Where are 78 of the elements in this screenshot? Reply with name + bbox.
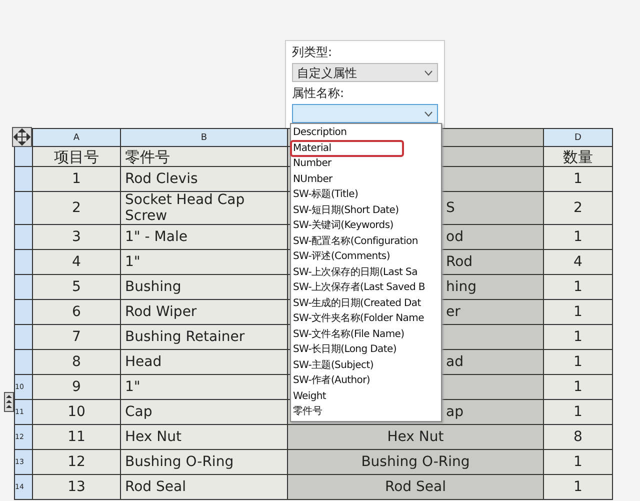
caret-icon	[424, 70, 433, 76]
table-cell: Hex Nut	[120, 424, 288, 450]
table-cell: Bushing O-Ring	[120, 450, 288, 474]
table-cell-text: od	[446, 229, 464, 245]
dropdown-option[interactable]: Material	[291, 140, 403, 156]
column-letter: B	[120, 128, 288, 146]
dropdown-option[interactable]: Number	[291, 156, 441, 172]
table-cell: 5	[32, 274, 120, 300]
property-name-label: 属性名称:	[292, 85, 346, 102]
column-type-label: 列类型:	[292, 44, 334, 61]
table-cell: 1	[544, 374, 612, 400]
table-cell: 4	[544, 250, 612, 274]
table-cell: 6	[32, 300, 120, 324]
table-cell: Head	[120, 350, 288, 374]
dropdown-option[interactable]: SW-上次保存的日期(Last Sa	[291, 264, 441, 280]
table-cell-text: ap	[446, 404, 464, 420]
table-cell: Rod Wiper	[120, 300, 288, 324]
table-cell: 1	[544, 324, 612, 350]
dropdown-option[interactable]: SW-生成的日期(Created Dat	[291, 296, 441, 311]
table-cell: 1	[544, 166, 612, 192]
table-cell: 9	[32, 374, 120, 400]
dropdown-option[interactable]: Weight	[291, 388, 441, 404]
dropdown-option[interactable]: SW-标题(Title)	[291, 187, 441, 202]
table-cell: 8	[32, 350, 120, 374]
table-cell: Cap	[120, 400, 288, 424]
table-cell: 1"	[120, 374, 288, 400]
table-cell: 1" - Male	[120, 224, 288, 250]
collapse-arrows-icon[interactable]	[4, 392, 14, 412]
dropdown-option[interactable]: SW-关键词(Keywords)	[291, 218, 441, 234]
column-header: 数量	[544, 146, 612, 166]
table-cell: 1	[544, 350, 612, 374]
table-cell-text: Rod Seal	[384, 479, 447, 495]
table-cell-text: S	[446, 200, 455, 216]
dropdown-option[interactable]: SW-配置名称(Configuration	[291, 234, 441, 249]
table-cell-text: er	[446, 304, 460, 320]
table-cell: 1	[544, 224, 612, 250]
column-letter: A	[32, 128, 120, 146]
table-cell: 3	[32, 224, 120, 250]
table-cell: 2	[32, 192, 120, 224]
table-cell: Socket Head Cap Screw	[120, 192, 288, 224]
table-cell: 1	[544, 450, 612, 474]
table-cell: 11	[32, 424, 120, 450]
table-cell: 4	[32, 250, 120, 274]
table-cell: Rod Seal	[120, 474, 288, 500]
table-cell: Rod Clevis	[120, 166, 288, 192]
table-cell-text: Hex Nut	[386, 429, 445, 445]
table-cell: 1	[544, 474, 612, 500]
caret-icon	[424, 110, 433, 116]
table-cell: 1"	[120, 250, 288, 274]
table-cell: 10	[32, 400, 120, 424]
table-cell: 7	[32, 324, 120, 350]
dropdown-option[interactable]: Description	[291, 125, 441, 140]
table-cell-text: Bushing O-Ring	[360, 454, 471, 470]
dropdown-option[interactable]: SW-主题(Subject)	[291, 358, 441, 373]
table-cell-text: hing	[446, 279, 477, 295]
dropdown-option[interactable]: SW-短日期(Short Date)	[291, 202, 441, 218]
table-cell: 8	[544, 424, 612, 450]
dropdown-option[interactable]: SW-评述(Comments)	[291, 249, 441, 264]
dropdown-option[interactable]: SW-长日期(Long Date)	[291, 342, 441, 358]
dropdown-option[interactable]: SW-文件夹名称(Folder Name	[291, 311, 441, 326]
column-header: 零件号	[120, 146, 288, 166]
table-cell-text: Rod	[446, 254, 473, 270]
move-icon[interactable]	[12, 127, 32, 147]
table-cell: 1	[544, 400, 612, 424]
table-cell: 13	[32, 474, 120, 500]
table-cell: 1	[544, 300, 612, 324]
table-cell: Bushing	[120, 274, 288, 300]
table-cell: 1	[32, 166, 120, 192]
table-cell: Bushing Retainer	[120, 324, 288, 350]
column-type-select[interactable]: 自定义属性	[292, 63, 438, 82]
table-cell: 1	[544, 274, 612, 300]
column-letter: D	[544, 128, 612, 146]
table-cell: 12	[32, 450, 120, 474]
table-cell: 2	[544, 192, 612, 224]
dropdown-option[interactable]: SW-上次保存者(Last Saved B	[291, 280, 441, 296]
column-header: 项目号	[32, 146, 120, 166]
dropdown-option[interactable]: 零件号	[291, 404, 441, 420]
table-cell-text: ad	[446, 354, 464, 370]
